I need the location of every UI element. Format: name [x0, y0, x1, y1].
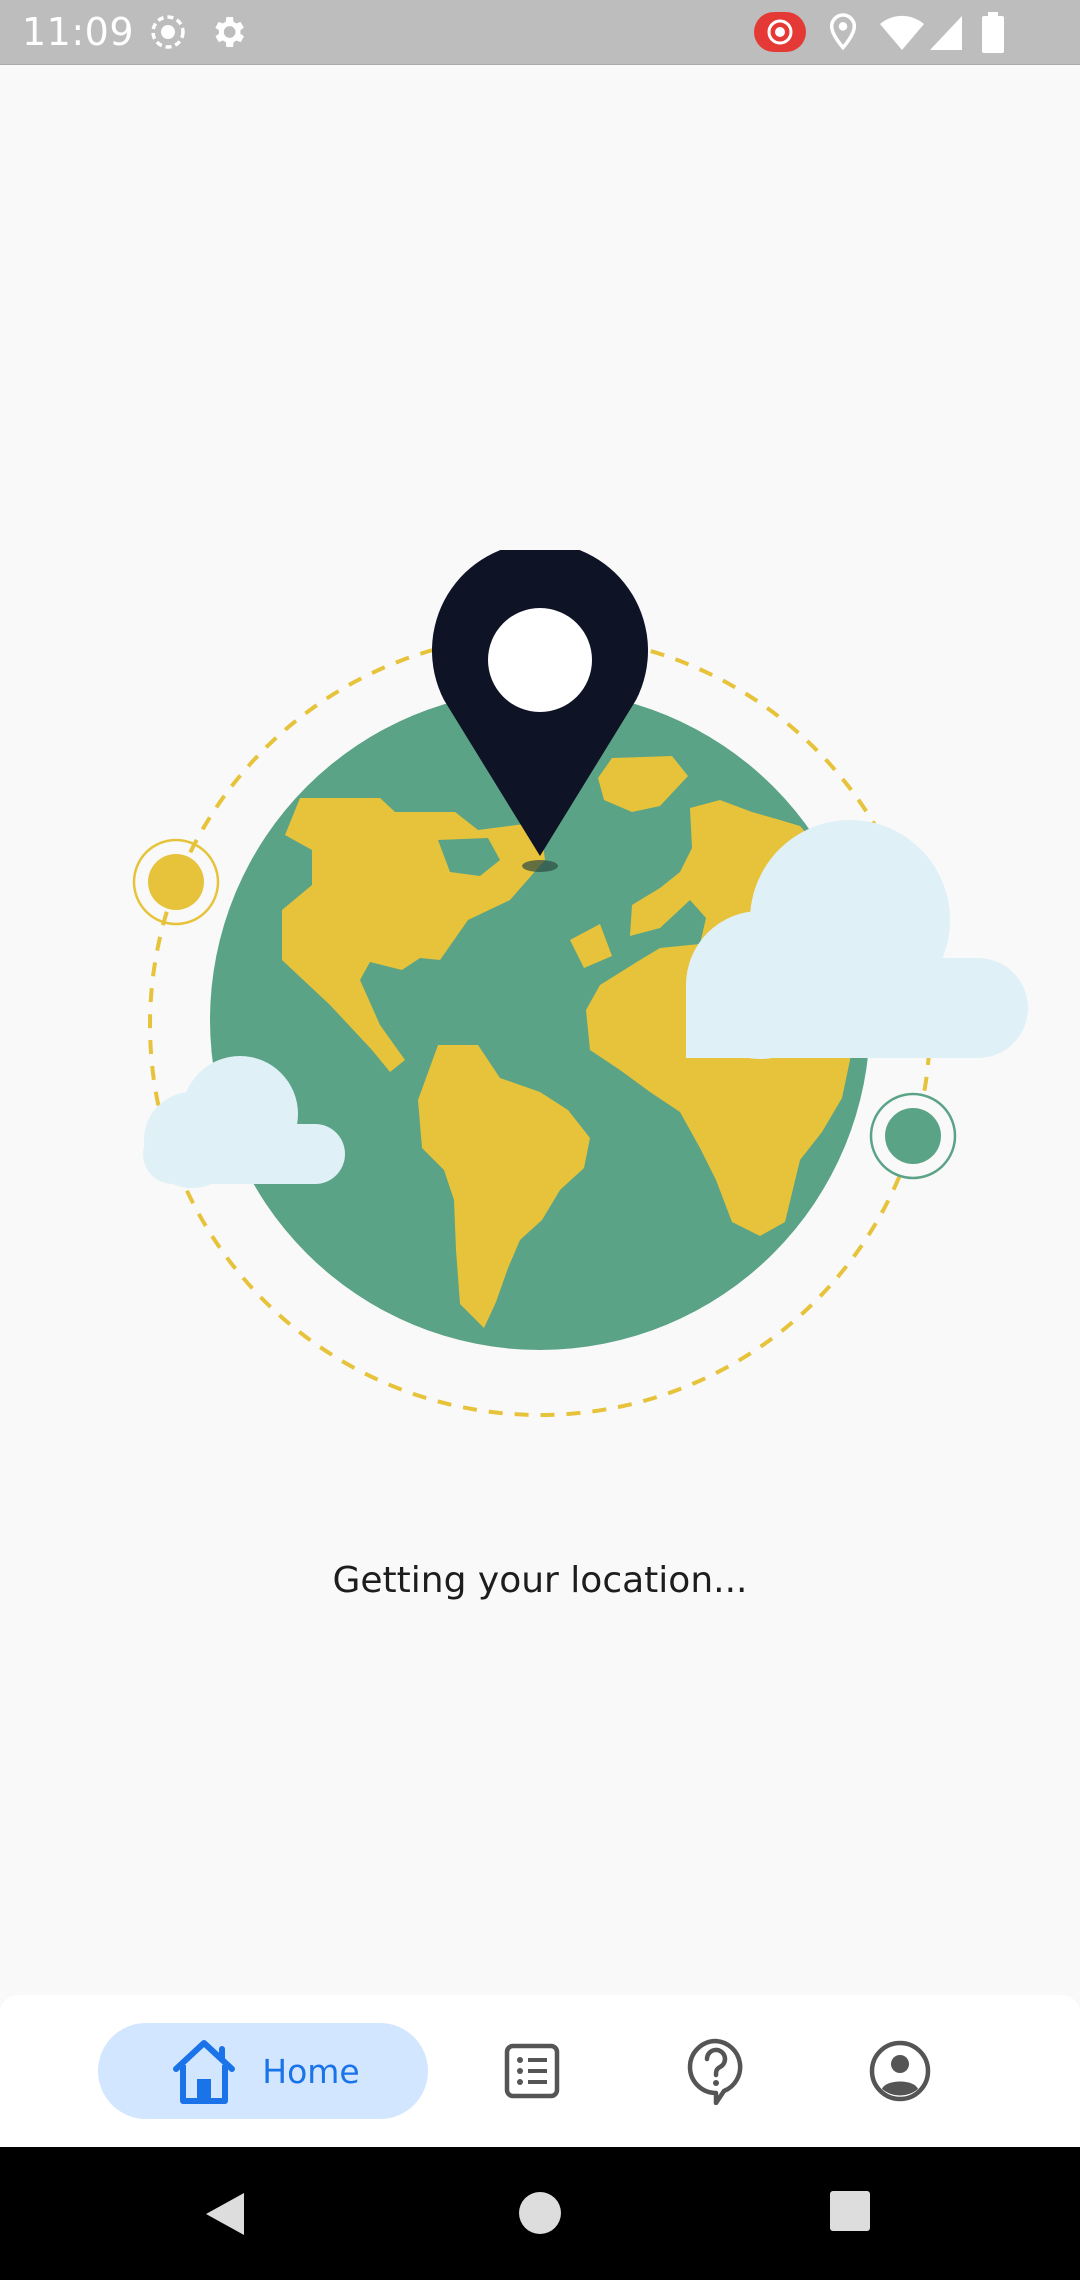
nav-tab-help[interactable] — [666, 2023, 766, 2119]
back-icon[interactable] — [200, 2189, 250, 2239]
help-icon — [687, 2038, 743, 2105]
nav-tab-list[interactable] — [482, 2023, 582, 2119]
battery-icon — [982, 12, 1004, 53]
nav-tab-profile[interactable] — [850, 2023, 950, 2119]
profile-icon — [869, 2040, 931, 2102]
location-status-text: Getting your location... — [332, 1560, 748, 1601]
recents-icon[interactable] — [828, 2189, 872, 2233]
settings-gear-icon — [215, 17, 244, 47]
status-time: 11:09 — [22, 10, 135, 54]
location-pin-icon — [829, 13, 857, 51]
list-icon — [504, 2043, 560, 2099]
screen-record-icon — [151, 15, 185, 49]
green-planet — [885, 1108, 941, 1164]
nav-home-label: Home — [262, 2051, 360, 2091]
bottom-navigation: Home — [0, 1995, 1080, 2147]
home-icon — [173, 2040, 236, 2104]
system-navigation-bar — [0, 2147, 1080, 2280]
home-circle-icon[interactable] — [516, 2189, 564, 2237]
nav-tab-home[interactable]: Home — [98, 2023, 428, 2119]
signal-icon — [930, 16, 962, 50]
yellow-planet — [148, 854, 204, 910]
status-bar: 11:09 — [0, 0, 1080, 65]
globe-location-illustration — [132, 550, 1028, 1417]
wifi-icon — [880, 15, 924, 50]
cast-record-icon — [754, 12, 806, 52]
